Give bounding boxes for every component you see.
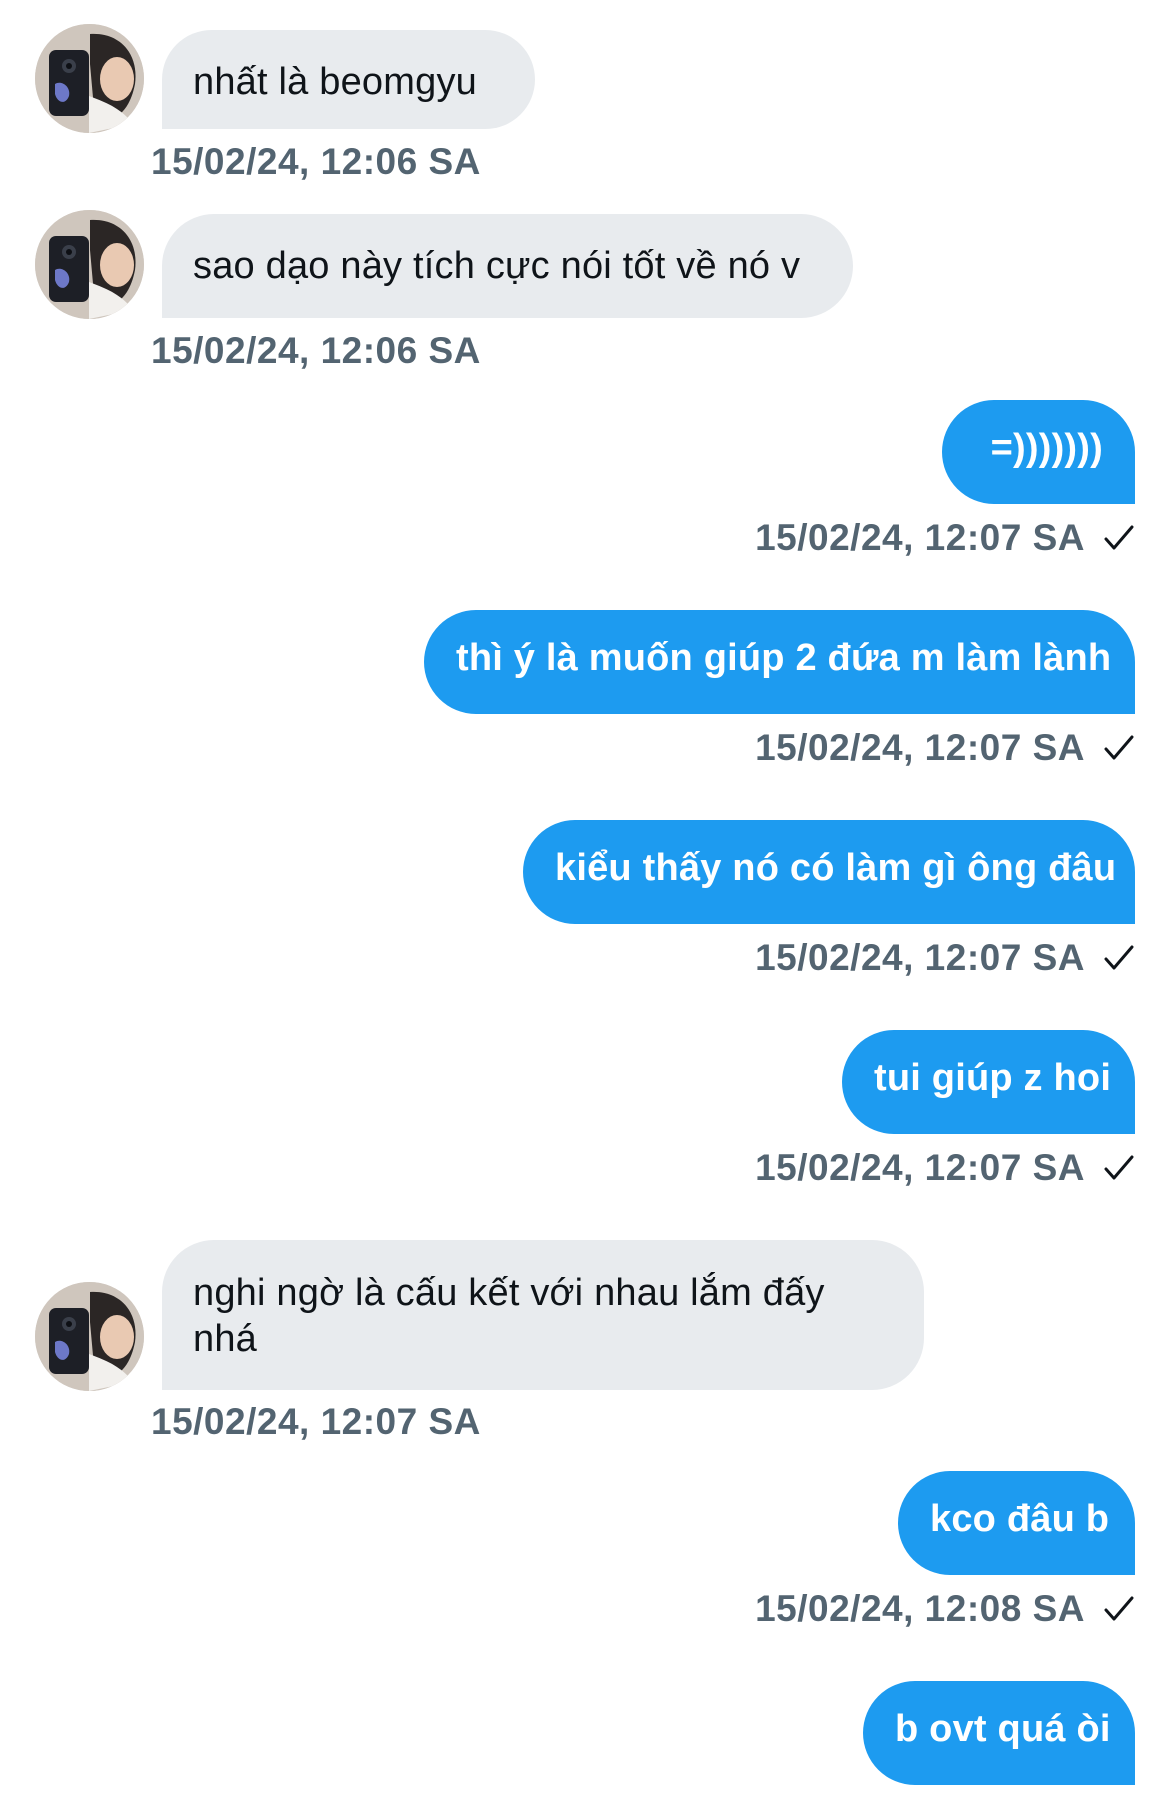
- outgoing-message: b ovt quá òi: [0, 0, 1170, 1799]
- message-text: b ovt quá òi: [895, 1708, 1111, 1750]
- message-bubble[interactable]: b ovt quá òi: [863, 1681, 1135, 1785]
- message-thread[interactable]: nhất là beomgyu 15/02/24, 12:06 SA sao d…: [0, 0, 1170, 1799]
